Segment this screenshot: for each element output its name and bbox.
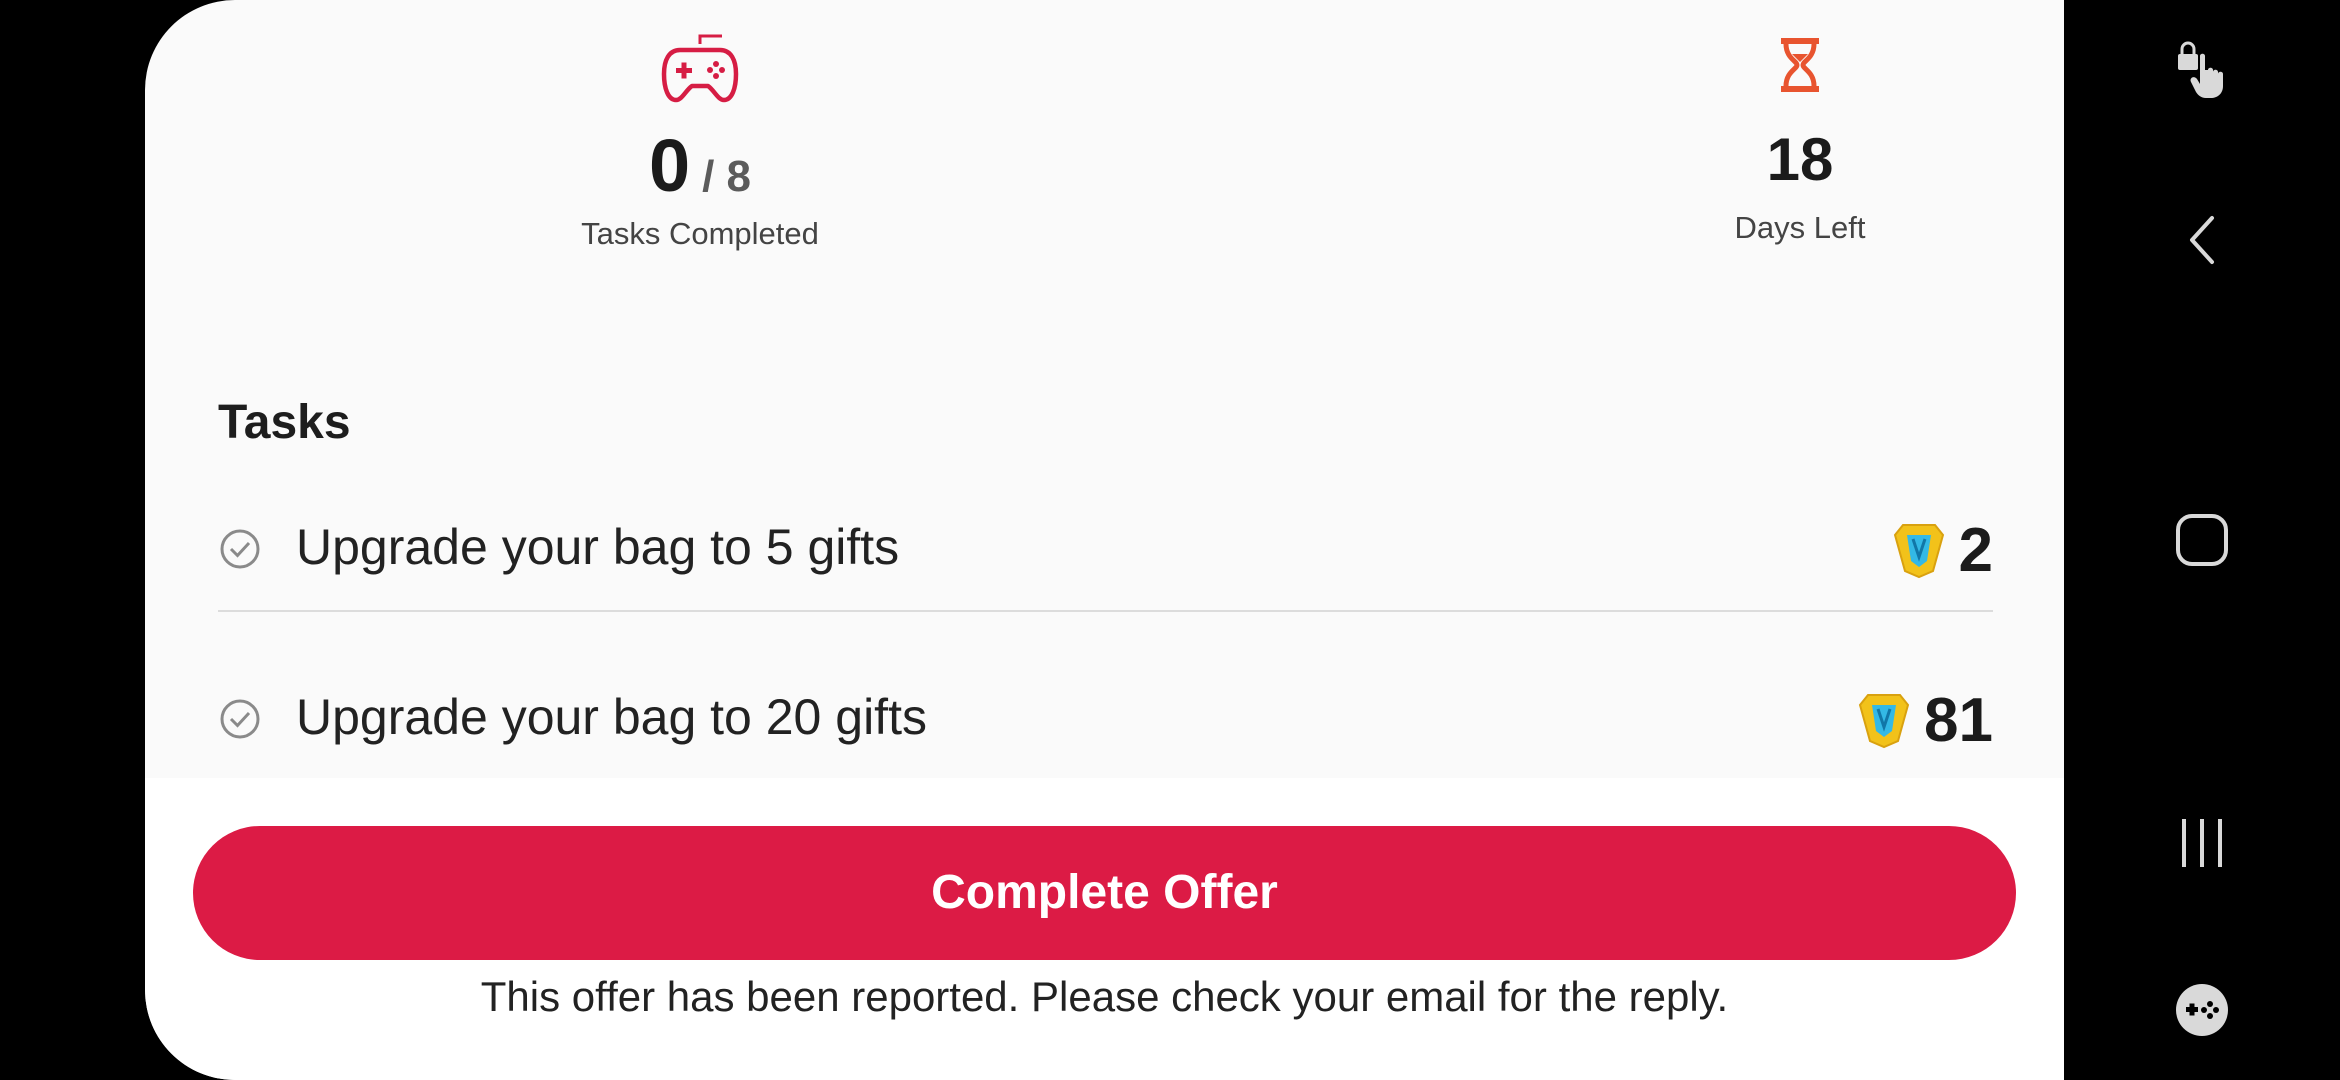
days-left-label: Days Left (1734, 210, 1866, 245)
back-button[interactable] (2064, 180, 2340, 300)
check-circle-icon (220, 529, 260, 569)
gem-icon (1893, 524, 1944, 579)
back-icon (2190, 216, 2214, 264)
days-left-value-row: 18 (1495, 110, 2064, 210)
recents-button[interactable] (2064, 783, 2340, 903)
task-reward: 81 (1858, 678, 1993, 762)
offer-footer: Complete Offer This offer has been repor… (145, 778, 2064, 1080)
task-reward: 2 (1893, 508, 1993, 592)
tasks-heading: Tasks (218, 396, 351, 449)
task-row[interactable]: Upgrade your bag to 5 gifts 2 (218, 490, 1993, 612)
check-circle-icon (220, 699, 260, 739)
days-left-stat: 18 Days Left (1495, 30, 2064, 246)
tasks-completed-stat: 0/ 8 Tasks Completed (395, 30, 1005, 252)
task-label: Upgrade your bag to 20 gifts (296, 689, 927, 745)
recents-icon (2182, 819, 2222, 867)
tasks-completed-value-row: 0/ 8 (395, 116, 1005, 216)
task-label: Upgrade your bag to 5 gifts (296, 519, 900, 575)
game-launcher-icon (2176, 984, 2228, 1036)
system-navigation-bar (2064, 0, 2340, 1080)
lock-touch-button[interactable] (2064, 10, 2340, 130)
home-icon (2176, 514, 2228, 566)
tasks-total: / 8 (702, 152, 752, 201)
reward-value: 81 (1924, 685, 1993, 755)
complete-offer-button[interactable]: Complete Offer (193, 826, 2016, 960)
report-notice: This offer has been reported. Please che… (480, 973, 1729, 1020)
tasks-completed-label: Tasks Completed (581, 216, 819, 251)
screen: 0/ 8 Tasks Completed 18 Days Left Tasks (0, 0, 2340, 1080)
offer-card: 0/ 8 Tasks Completed 18 Days Left Tasks (145, 0, 2064, 1080)
task-row[interactable]: Upgrade your bag to 20 gifts 81 (218, 660, 1993, 780)
lock-touch-icon (2178, 41, 2223, 98)
reward-value: 2 (1958, 515, 1993, 585)
days-left-value: 18 (1766, 126, 1834, 193)
game-launcher-button[interactable] (2064, 950, 2340, 1070)
stats-section: 0/ 8 Tasks Completed 18 Days Left (145, 0, 2064, 340)
gem-icon (1858, 694, 1910, 749)
home-button[interactable] (2064, 480, 2340, 600)
tasks-completed-value: 0 (648, 124, 691, 207)
hourglass-icon (1781, 38, 1819, 92)
gamepad-icon (661, 34, 739, 103)
